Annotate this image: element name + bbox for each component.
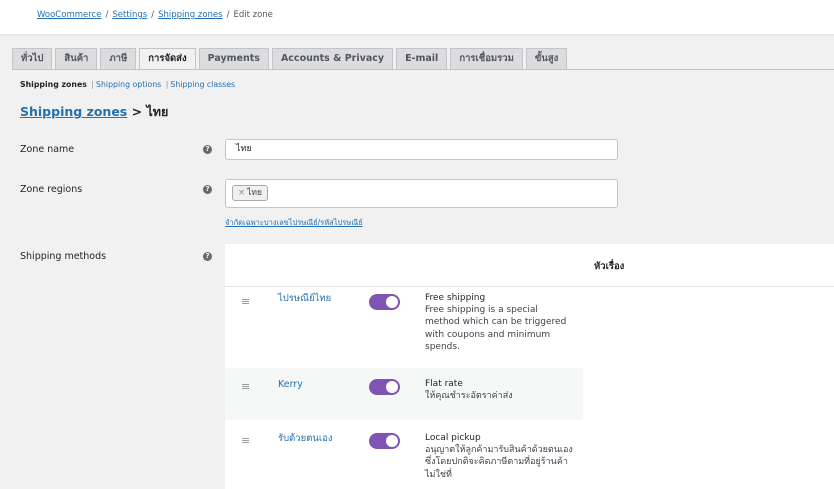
method-description: Flat rate ให้คุณชำระอัตราค่าส่ง (425, 378, 575, 402)
tab-shipping[interactable]: การจัดส่ง (139, 48, 196, 70)
subnav-shipping-zones[interactable]: Shipping zones (20, 80, 87, 89)
breadcrumb-woocommerce-link[interactable]: WooCommerce (37, 10, 101, 20)
breadcrumb: WooCommerce / Settings / Shipping zones / Edit… (37, 10, 273, 20)
method-enabled-toggle[interactable] (369, 379, 400, 395)
drag-handle-icon[interactable]: ≡ (241, 435, 250, 446)
top-bar: WooCommerce / Settings / Shipping zones / Edit… (0, 0, 834, 35)
method-title: Local pickup (425, 433, 481, 443)
zone-name-label: Zone name (20, 144, 75, 155)
heading-arrow: > (131, 104, 143, 119)
subnav-shipping-options[interactable]: Shipping options (96, 80, 161, 89)
tab-general[interactable]: ทั่วไป (12, 48, 53, 69)
shipping-methods-table: หัวเรื่อง ≡ ไปรษณีย์ไทย Free shipping Fr… (225, 244, 834, 489)
drag-handle-icon[interactable]: ≡ (241, 296, 250, 307)
breadcrumb-shipping-zones-link[interactable]: Shipping zones (158, 10, 223, 20)
method-description-text: Free shipping is a special method which … (425, 305, 567, 352)
method-name-link[interactable]: Kerry (278, 378, 348, 392)
tab-products[interactable]: สินค้า (55, 48, 98, 69)
method-title: Flat rate (425, 379, 463, 389)
breadcrumb-settings-link[interactable]: Settings (112, 10, 147, 20)
tab-accounts-privacy[interactable]: Accounts & Privacy (271, 48, 394, 69)
shipping-zones-link[interactable]: Shipping zones (20, 104, 127, 119)
breadcrumb-separator: / (105, 10, 109, 20)
help-icon[interactable]: ? (203, 252, 212, 261)
method-description-text: อนุญาตให้ลูกค้ามารับสินค้าด้วยตนเอง ซึ่ง… (425, 445, 573, 480)
tab-email[interactable]: E-mail (396, 48, 448, 69)
table-header: หัวเรื่อง (225, 244, 834, 287)
method-name-link[interactable]: รับด้วยตนเอง (278, 432, 348, 446)
table-row: ≡ ไปรษณีย์ไทย Free shipping Free shippin… (225, 286, 583, 368)
tab-payments[interactable]: Payments (198, 48, 269, 69)
zone-regions-label: Zone regions (20, 184, 83, 195)
method-title: Free shipping (425, 293, 486, 303)
subnav-separator: | (91, 80, 95, 89)
subnav-shipping-classes[interactable]: Shipping classes (170, 80, 235, 89)
breadcrumb-separator: / (151, 10, 155, 20)
method-enabled-toggle[interactable] (369, 433, 400, 449)
zone-regions-select[interactable]: × ไทย (225, 179, 618, 208)
method-description: Free shipping Free shipping is a special… (425, 292, 575, 353)
table-row: ≡ Kerry Flat rate ให้คุณชำระอัตราค่าส่ง (225, 368, 583, 420)
help-icon[interactable]: ? (203, 145, 212, 154)
limit-postcodes-link[interactable]: จำกัดเฉพาะบางเลขไปรษณีย์/รหัสไปรษณีย์ (225, 217, 363, 229)
region-chip: × ไทย (232, 185, 268, 201)
method-name-link[interactable]: ไปรษณีย์ไทย (278, 292, 348, 306)
zone-title: ไทย (146, 104, 169, 119)
tab-divider (12, 69, 834, 70)
toggle-knob (386, 296, 398, 308)
page-title: Shipping zones > ไทย (20, 102, 168, 122)
subnav-separator: | (165, 80, 169, 89)
method-description-text: ให้คุณชำระอัตราค่าส่ง (425, 391, 513, 402)
toggle-knob (386, 435, 398, 447)
remove-chip-icon[interactable]: × (238, 188, 245, 198)
breadcrumb-separator: / (226, 10, 230, 20)
region-chip-label: ไทย (247, 188, 262, 198)
tab-tax[interactable]: ภาษี (100, 48, 137, 69)
breadcrumb-current: Edit zone (233, 10, 273, 20)
drag-handle-icon[interactable]: ≡ (241, 381, 250, 392)
toggle-knob (386, 381, 398, 393)
help-icon[interactable]: ? (203, 185, 212, 194)
method-description: Local pickup อนุญาตให้ลูกค้ามารับสินค้าด… (425, 432, 575, 481)
shipping-subnav: Shipping zones | Shipping options | Shippi… (20, 80, 235, 89)
column-header-title: หัวเรื่อง (594, 261, 625, 272)
tab-integration[interactable]: การเชื่อมรวม (450, 48, 523, 69)
table-row: ≡ รับด้วยตนเอง Local pickup อนุญาตให้ลูก… (225, 420, 583, 489)
method-enabled-toggle[interactable] (369, 294, 400, 310)
zone-name-input[interactable]: ไทย (225, 139, 618, 160)
shipping-methods-label: Shipping methods (20, 251, 107, 262)
settings-tabs: ทั่วไป สินค้า ภาษี การจัดส่ง Payments Account… (12, 48, 570, 70)
tab-advanced[interactable]: ขั้นสูง (525, 48, 568, 69)
